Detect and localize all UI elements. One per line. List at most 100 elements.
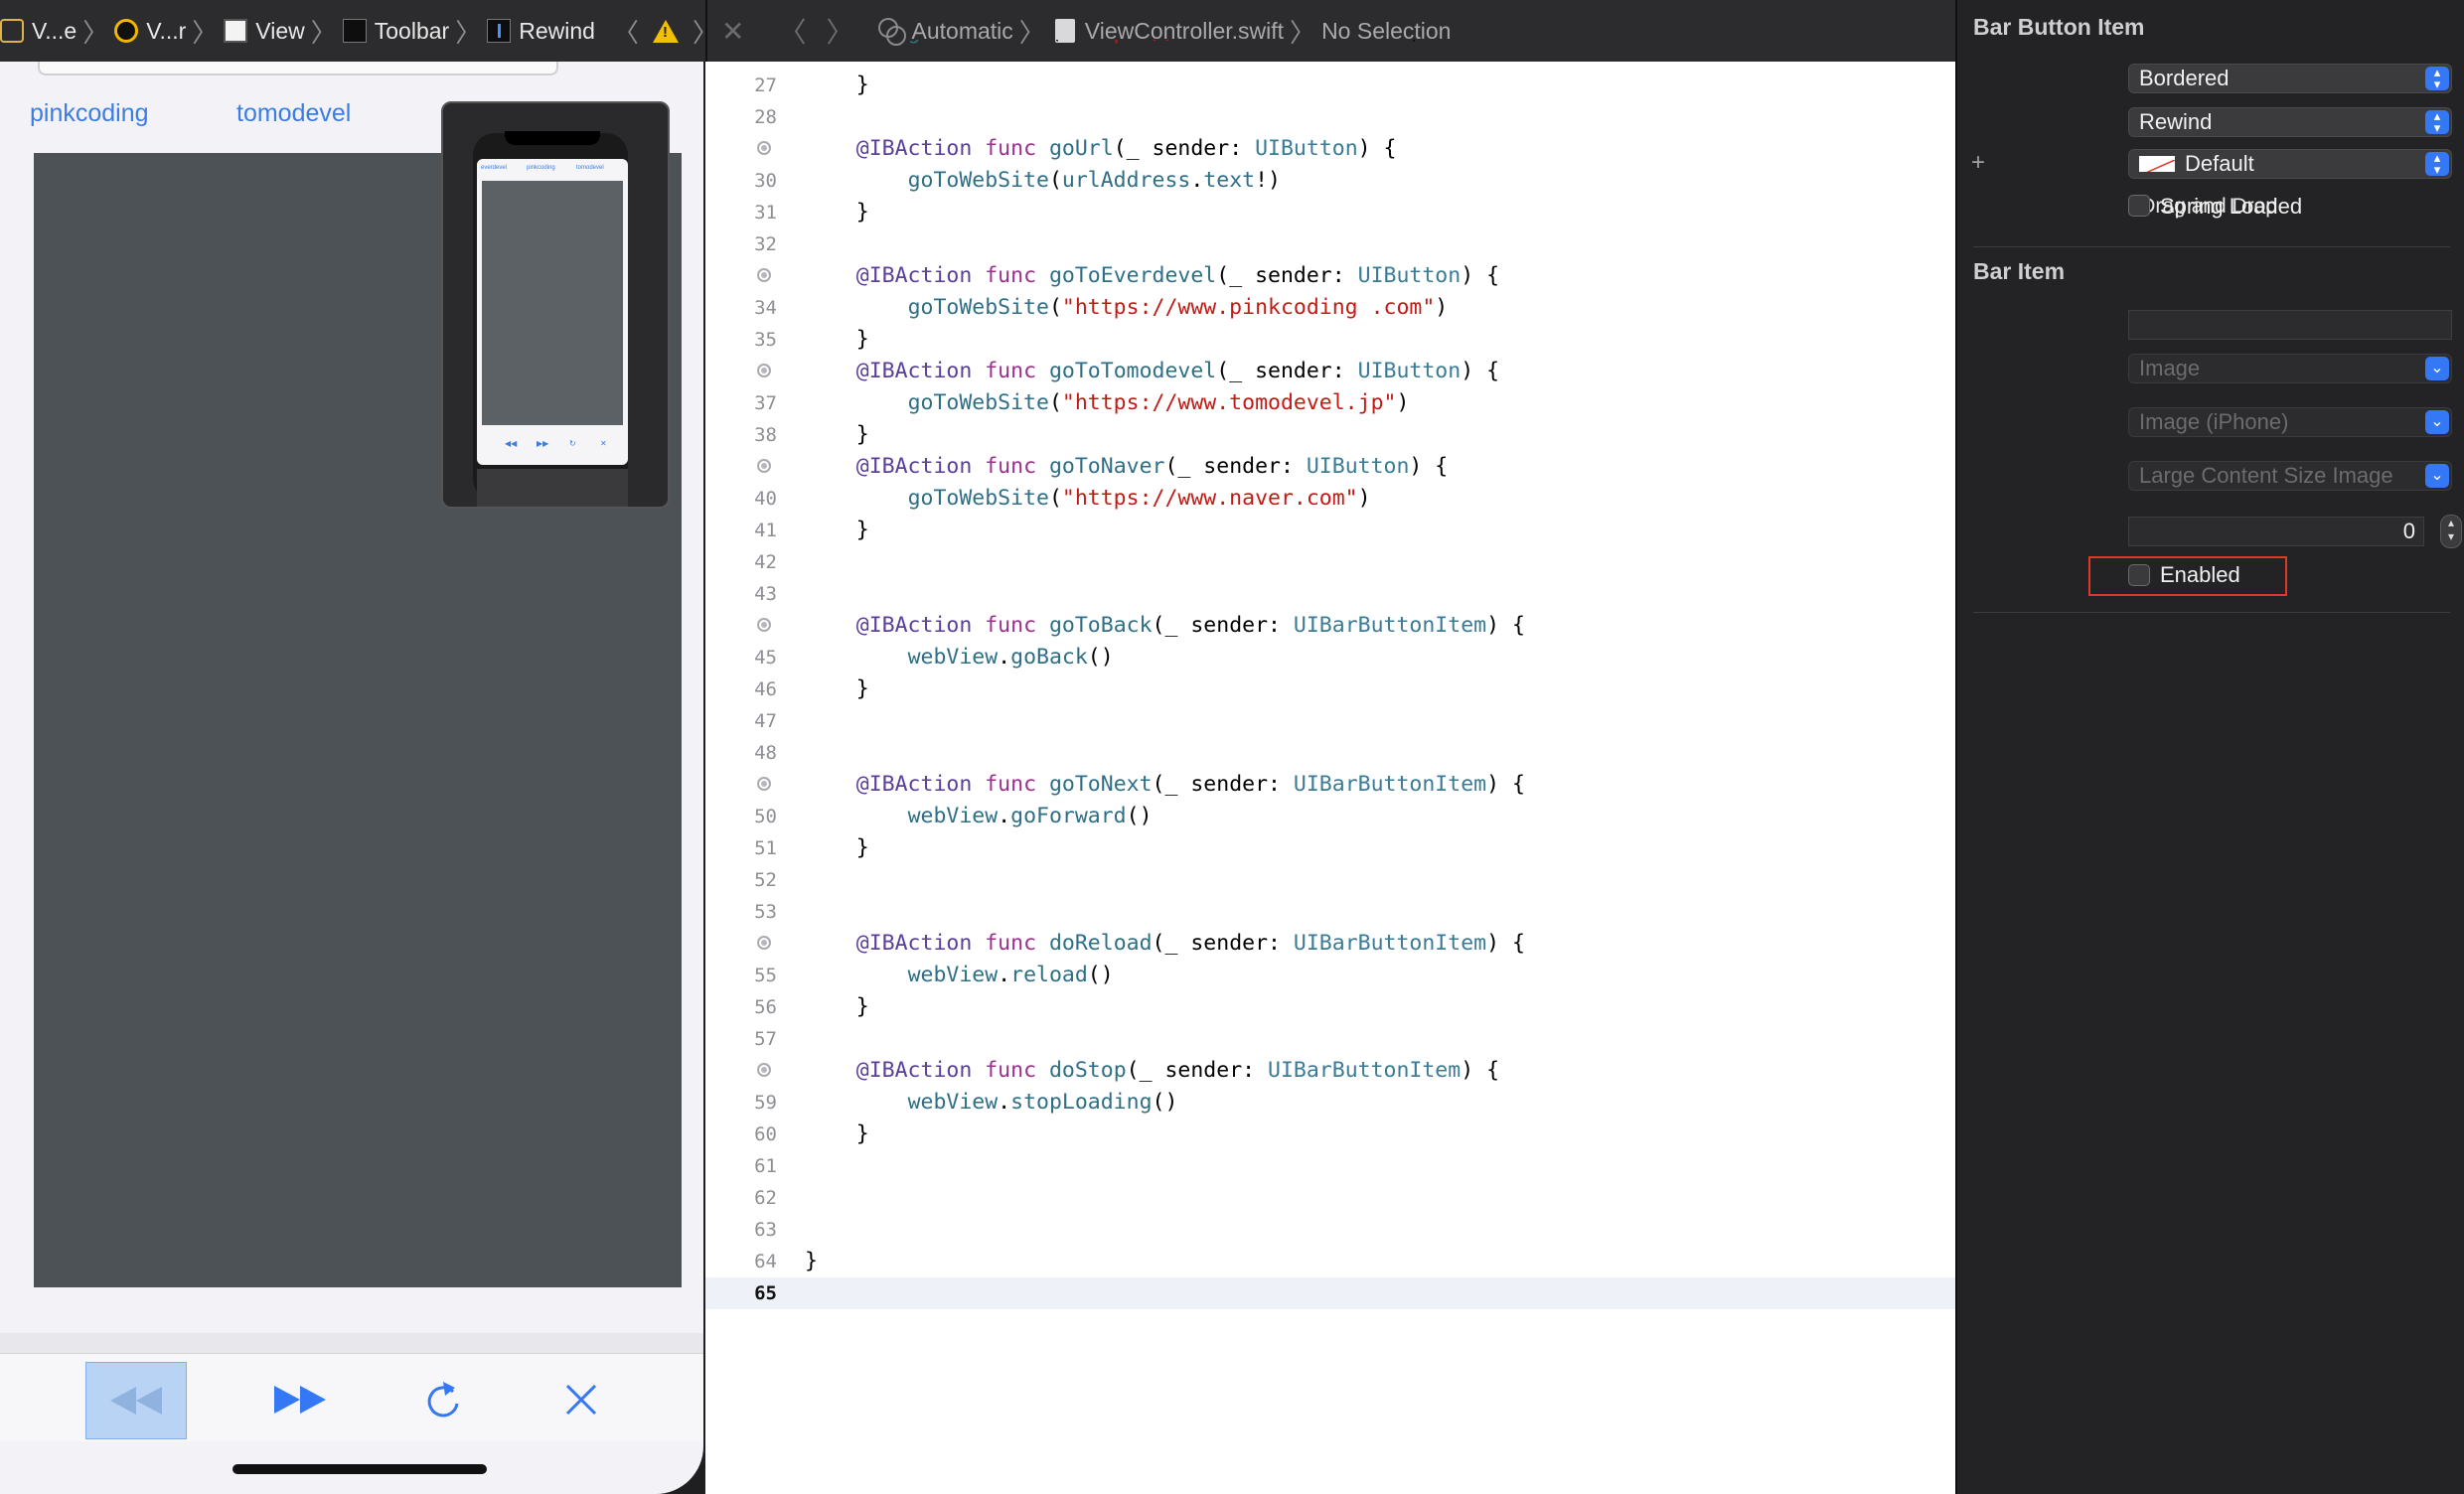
preview-stop-icon: ✕ xyxy=(600,439,607,448)
spring-loaded-checkbox[interactable] xyxy=(2128,195,2150,217)
line-number: 50 xyxy=(754,806,777,827)
title-text-field[interactable] xyxy=(2128,310,2452,340)
code-line[interactable]: 43 xyxy=(705,578,1955,610)
code-line[interactable]: 52 xyxy=(705,864,1955,896)
crumb-view[interactable]: View xyxy=(224,18,305,45)
line-number: 47 xyxy=(754,710,777,732)
code-text: } xyxy=(805,73,869,97)
tag-field[interactable]: 0 xyxy=(2128,517,2424,546)
code-line[interactable]: @IBAction func goToEverdevel(_ sender: U… xyxy=(705,260,1955,292)
preview-link: everdevel xyxy=(481,165,508,171)
code-line[interactable]: 53 xyxy=(705,896,1955,928)
code-line[interactable]: 64} xyxy=(705,1246,1955,1277)
code-line[interactable]: @IBAction func goToTomodevel(_ sender: U… xyxy=(705,356,1955,387)
ibaction-connection-icon[interactable] xyxy=(757,1063,771,1077)
code-line[interactable]: 34 goToWebSite("https://www.pinkcoding .… xyxy=(705,292,1955,324)
safe-area-divider xyxy=(0,1333,703,1353)
code-line[interactable]: @IBAction func goToNaver(_ sender: UIBut… xyxy=(705,451,1955,483)
crumb-rewind[interactable]: Rewind xyxy=(487,18,595,45)
enabled-checkbox[interactable] xyxy=(2128,564,2150,586)
code-line[interactable]: 61 xyxy=(705,1150,1955,1182)
rewind-icon xyxy=(110,1387,162,1415)
line-number: 60 xyxy=(754,1123,777,1145)
section-divider xyxy=(1973,612,2450,613)
line-number: 40 xyxy=(754,488,777,510)
code-line[interactable]: 38 } xyxy=(705,419,1955,451)
pinkcoding-button[interactable]: pinkcoding xyxy=(30,99,149,128)
chevron-left-icon[interactable]: 〈 xyxy=(613,13,639,50)
image-combo[interactable]: Image ⌄ xyxy=(2128,354,2452,383)
code-line[interactable]: 46 } xyxy=(705,673,1955,705)
code-line[interactable]: @IBAction func doReload(_ sender: UIBarB… xyxy=(705,928,1955,960)
add-variation-icon[interactable]: + xyxy=(1971,149,1985,177)
preview-web-view xyxy=(482,181,623,425)
ibaction-connection-icon[interactable] xyxy=(757,936,771,950)
code-line[interactable]: 47 xyxy=(705,705,1955,737)
code-line[interactable]: @IBAction func goToBack(_ sender: UIBarB… xyxy=(705,610,1955,642)
code-line[interactable]: 63 xyxy=(705,1214,1955,1246)
fast-forward-button[interactable] xyxy=(250,1362,350,1437)
code-line[interactable]: 30 goToWebSite(urlAddress.text!) xyxy=(705,165,1955,197)
ibaction-connection-icon[interactable] xyxy=(757,268,771,282)
source-editor: ✕ 〈 〉 Automatic 〉 ViewController.swift 〉… xyxy=(705,0,1955,1494)
code-text: } xyxy=(805,518,869,542)
code-line[interactable]: 32 xyxy=(705,228,1955,260)
refresh-button[interactable] xyxy=(393,1362,493,1437)
code-line[interactable]: 41 } xyxy=(705,515,1955,546)
code-line[interactable]: 57 xyxy=(705,1023,1955,1055)
code-line[interactable]: 60 } xyxy=(705,1119,1955,1150)
code-line[interactable]: 28 xyxy=(705,101,1955,133)
line-number: 43 xyxy=(754,583,777,605)
tomodevel-button[interactable]: tomodevel xyxy=(236,99,351,128)
chevron-right-icon: 〉 xyxy=(310,17,337,48)
crumb-view-controller[interactable]: V...r xyxy=(114,18,186,45)
ibaction-connection-icon[interactable] xyxy=(757,141,771,155)
code-line[interactable]: 65 xyxy=(705,1277,1955,1309)
ibaction-connection-icon[interactable] xyxy=(757,459,771,473)
code-line[interactable]: 31 } xyxy=(705,197,1955,228)
code-line[interactable]: @IBAction func goUrl(_ sender: UIButton)… xyxy=(705,133,1955,165)
landscape-combo[interactable]: Image (iPhone) ⌄ xyxy=(2128,407,2452,437)
code-line[interactable]: 42 xyxy=(705,546,1955,578)
rewind-button[interactable] xyxy=(85,1362,187,1439)
code-text: } xyxy=(805,994,869,1019)
code-text: goToWebSite("https://www.naver.com") xyxy=(907,486,1371,511)
code-line[interactable]: @IBAction func doStop(_ sender: UIBarBut… xyxy=(705,1055,1955,1087)
style-popup[interactable]: Bordered ▴ ▾ xyxy=(2128,64,2452,93)
code-line[interactable]: 35 } xyxy=(705,324,1955,356)
code-line[interactable]: 62 xyxy=(705,1182,1955,1214)
code-line[interactable]: @IBAction func goToNext(_ sender: UIBarB… xyxy=(705,769,1955,801)
code-line[interactable]: 40 goToWebSite("https://www.naver.com") xyxy=(705,483,1955,515)
code-line[interactable]: 27 } xyxy=(705,70,1955,101)
code-text: @IBAction func goToEverdevel(_ sender: U… xyxy=(855,263,1500,288)
refresh-icon xyxy=(427,1382,459,1418)
line-number: 38 xyxy=(754,424,777,446)
crumb-toolbar[interactable]: Toolbar xyxy=(342,18,449,45)
ibaction-connection-icon[interactable] xyxy=(757,364,771,377)
ibaction-connection-icon[interactable] xyxy=(757,618,771,632)
code-line[interactable]: 45 webView.goBack() xyxy=(705,642,1955,673)
ibaction-connection-icon[interactable] xyxy=(757,777,771,791)
url-text-field[interactable] xyxy=(38,62,558,75)
accessibility-combo[interactable]: Large Content Size Image ⌄ xyxy=(2128,461,2452,491)
code-line[interactable]: 37 goToWebSite("https://www.tomodevel.jp… xyxy=(705,387,1955,419)
code-line[interactable]: 51 } xyxy=(705,832,1955,864)
preview-link: pinkcoding xyxy=(527,165,555,171)
line-number: 61 xyxy=(754,1155,777,1177)
code-text: } xyxy=(805,1121,869,1146)
code-line[interactable]: 59 webView.stopLoading() xyxy=(705,1087,1955,1119)
tint-popup[interactable]: Default ▴ ▾ xyxy=(2128,149,2452,179)
tag-stepper[interactable]: ▴ ▾ xyxy=(2440,515,2462,548)
code-line[interactable]: 56 } xyxy=(705,991,1955,1023)
code-text: goToWebSite(urlAddress.text!) xyxy=(907,168,1281,193)
default-color-swatch xyxy=(2139,156,2175,172)
warning-icon[interactable] xyxy=(652,19,679,43)
code-line[interactable]: 48 xyxy=(705,737,1955,769)
crumb-scene[interactable]: V...e xyxy=(0,18,77,45)
line-number: 28 xyxy=(754,106,777,128)
code-line[interactable]: 50 webView.goForward() xyxy=(705,801,1955,832)
stop-button[interactable] xyxy=(532,1362,631,1437)
chevron-right-icon[interactable]: 〉 xyxy=(693,13,705,50)
system-item-popup[interactable]: Rewind ▴ ▾ xyxy=(2128,107,2452,137)
code-line[interactable]: 55 webView.reload() xyxy=(705,960,1955,991)
